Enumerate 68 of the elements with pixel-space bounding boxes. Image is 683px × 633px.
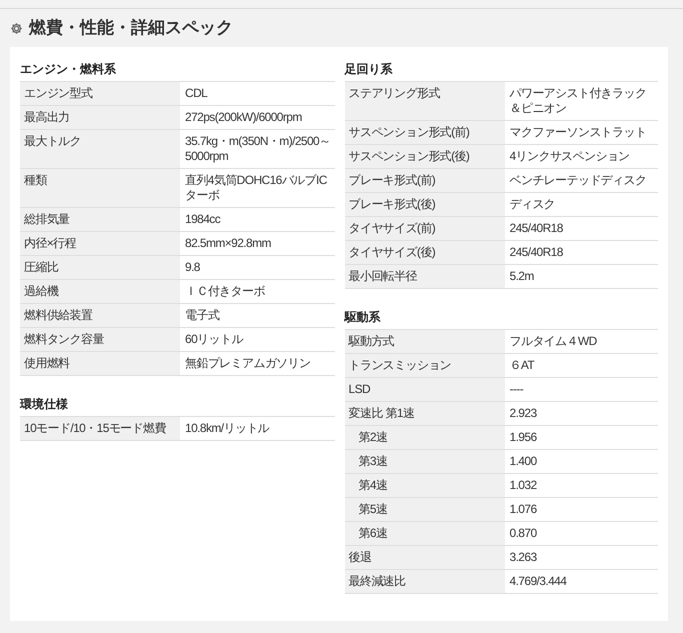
spec-value: ベンチレーテッドディスク: [508, 172, 648, 189]
spec-value: フルタイム４WD: [508, 333, 598, 350]
spec-label: 最大トルク: [20, 130, 180, 168]
spec-label: 第4速: [344, 474, 504, 497]
spec-label: エンジン型式: [20, 82, 180, 105]
spec-value: 272ps(200kW)/6000rpm: [184, 109, 303, 126]
spec-label: ステアリング形式: [344, 82, 504, 120]
page-title: 燃費・性能・詳細スペック: [29, 17, 233, 40]
spec-value: 1.076: [508, 501, 538, 518]
spec-value: 1.032: [508, 477, 538, 494]
spec-value: ＩＣ付きターボ: [184, 283, 266, 300]
spec-label: 後退: [344, 546, 504, 569]
spec-label: 第5速: [344, 498, 504, 521]
spec-value: 2.923: [508, 405, 538, 422]
gear-icon: [10, 22, 23, 34]
spec-value: 電子式: [184, 307, 220, 324]
spec-value: パワーアシスト付きラック＆ピニオン: [508, 85, 648, 117]
spec-value: 9.8: [184, 259, 201, 276]
spec-value: 4リンクサスペンション: [508, 148, 631, 165]
spec-label: 変速比 第1速: [344, 402, 504, 425]
spec-value: 無鉛プレミアムガソリン: [184, 355, 312, 372]
spec-value: マクファーソンストラット: [508, 124, 648, 141]
spec-value: 0.870: [508, 525, 538, 542]
spec-label: 第6速: [344, 522, 504, 545]
spec-label: 最終減速比: [344, 570, 504, 593]
spec-label: 過給機: [20, 280, 180, 303]
spec-label: タイヤサイズ(前): [344, 217, 504, 240]
spec-value: 1984cc: [184, 211, 222, 228]
section-heading: エンジン・燃料系: [20, 61, 117, 78]
spec-label: 10モード/10・15モード燃費: [20, 417, 180, 440]
spec-label: ブレーキ形式(後): [344, 193, 504, 216]
spec-value: ----: [508, 381, 524, 398]
spec-label: 燃料タンク容量: [20, 328, 180, 351]
spec-label: 駆動方式: [344, 330, 504, 353]
spec-value: ６AT: [508, 357, 536, 374]
spec-label: LSD: [344, 378, 504, 401]
spec-label: 内径×行程: [20, 232, 180, 255]
spec-value: 82.5mm×92.8mm: [184, 235, 272, 252]
spec-value: 1.400: [508, 453, 538, 470]
spec-label: 最高出力: [20, 106, 180, 129]
spec-value: CDL: [184, 85, 208, 102]
spec-value: 5.2m: [508, 268, 535, 285]
spec-value: 10.8km/リットル: [184, 420, 270, 437]
spec-value: ディスク: [508, 196, 556, 213]
spec-label: 第3速: [344, 450, 504, 473]
spec-value: 直列4気筒DOHC16バルブICターボ: [184, 172, 328, 204]
spec-label: タイヤサイズ(後): [344, 241, 504, 264]
spec-label: 第2速: [344, 426, 504, 449]
spec-label: 最小回転半径: [344, 265, 504, 288]
spec-label: サスペンション形式(前): [344, 121, 504, 144]
spec-value: 4.769/3.444: [508, 573, 568, 590]
section-heading: 足回り系: [344, 61, 394, 78]
spec-value: 1.956: [508, 429, 538, 446]
spec-value: 35.7kg・m(350N・m)/2500～5000rpm: [184, 133, 332, 165]
spec-label: トランスミッション: [344, 354, 504, 377]
spec-value: 60リットル: [184, 331, 244, 348]
spec-label: サスペンション形式(後): [344, 145, 504, 168]
spec-label: 圧縮比: [20, 256, 180, 279]
section-heading: 環境仕様: [20, 396, 69, 413]
spec-label: 総排気量: [20, 208, 180, 231]
spec-value: 245/40R18: [508, 220, 564, 237]
section-heading: 駆動系: [344, 309, 382, 326]
spec-label: 種類: [20, 169, 180, 207]
spec-label: ブレーキ形式(前): [344, 169, 504, 192]
spec-value: 3.263: [508, 549, 538, 566]
spec-label: 使用燃料: [20, 352, 180, 375]
spec-label: 燃料供給装置: [20, 304, 180, 327]
spec-value: 245/40R18: [508, 244, 564, 261]
